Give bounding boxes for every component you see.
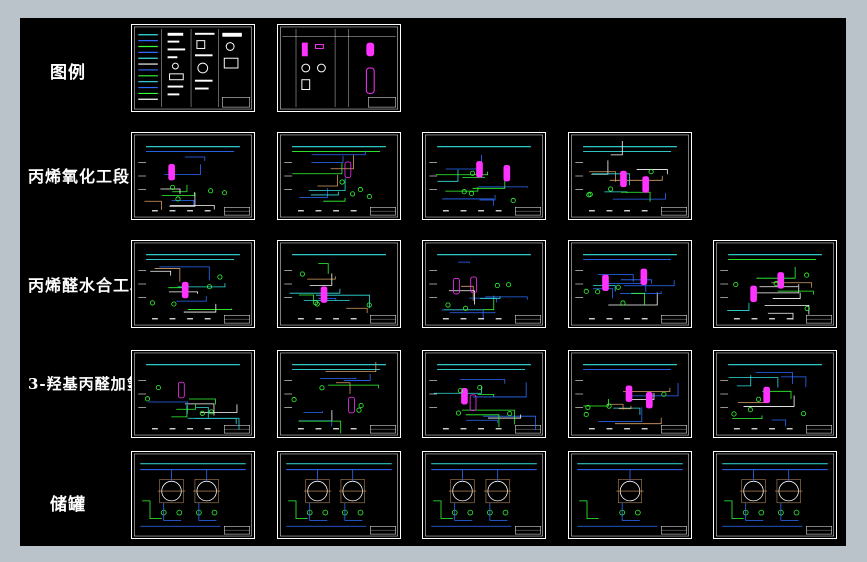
section-label-propylene-oxidation: 丙烯氧化工段 <box>28 167 131 186</box>
pfd-sheet[interactable] <box>277 132 401 220</box>
pfd-sheet[interactable] <box>422 240 546 328</box>
tank-sheet[interactable] <box>568 451 692 539</box>
flow-diagram-drawing <box>716 352 834 436</box>
tank-sheet[interactable] <box>277 451 401 539</box>
flow-diagram-drawing <box>280 134 398 218</box>
tank-sheet[interactable] <box>131 451 255 539</box>
flow-diagram-drawing <box>280 453 398 537</box>
flow-diagram-drawing <box>425 242 543 326</box>
pfd-sheet[interactable] <box>713 350 837 438</box>
pfd-sheet[interactable] <box>568 132 692 220</box>
pfd-sheet[interactable] <box>131 350 255 438</box>
legend-sheet-drawing <box>280 26 398 110</box>
pfd-sheet[interactable] <box>131 132 255 220</box>
pfd-sheet[interactable] <box>131 240 255 328</box>
legend-sheet-2[interactable] <box>277 24 401 112</box>
flow-diagram-drawing <box>134 242 252 326</box>
pfd-sheet[interactable] <box>422 350 546 438</box>
flow-diagram-drawing <box>425 134 543 218</box>
flow-diagram-drawing <box>716 242 834 326</box>
flow-diagram-drawing <box>571 453 689 537</box>
flow-diagram-drawing <box>571 134 689 218</box>
flow-diagram-drawing <box>425 352 543 436</box>
legend-sheet-drawing <box>134 26 252 110</box>
section-label-storage-tanks: 储罐 <box>50 495 86 515</box>
flow-diagram-drawing <box>280 352 398 436</box>
flow-diagram-drawing <box>280 242 398 326</box>
flow-diagram-drawing <box>134 134 252 218</box>
pfd-sheet[interactable] <box>277 350 401 438</box>
pfd-sheet[interactable] <box>568 350 692 438</box>
legend-sheet-1[interactable] <box>131 24 255 112</box>
pfd-sheet[interactable] <box>568 240 692 328</box>
flow-diagram-drawing <box>716 453 834 537</box>
flow-diagram-drawing <box>134 453 252 537</box>
flow-diagram-drawing <box>425 453 543 537</box>
drawing-canvas[interactable]: 图例 丙烯氧化工段 丙烯醛水合工段 3-羟基丙醛加氢工段 储罐 <box>20 18 846 546</box>
flow-diagram-drawing <box>571 352 689 436</box>
section-label-legend: 图例 <box>50 63 86 83</box>
pfd-sheet[interactable] <box>422 132 546 220</box>
tank-sheet[interactable] <box>422 451 546 539</box>
flow-diagram-drawing <box>571 242 689 326</box>
tank-sheet[interactable] <box>713 451 837 539</box>
flow-diagram-drawing <box>134 352 252 436</box>
pfd-sheet[interactable] <box>277 240 401 328</box>
section-label-acrolein-hydration: 丙烯醛水合工段 <box>28 276 148 295</box>
pfd-sheet[interactable] <box>713 240 837 328</box>
